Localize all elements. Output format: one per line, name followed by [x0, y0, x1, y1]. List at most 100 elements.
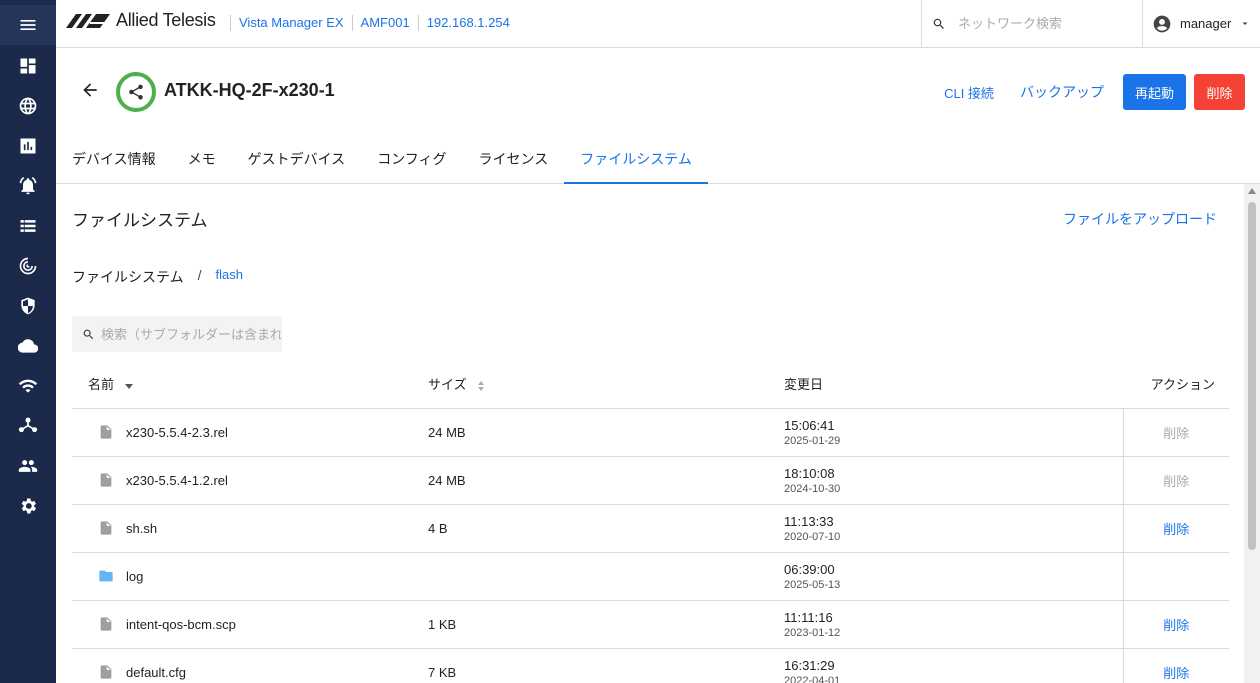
device-header: ATKK-HQ-2F-x230-1 CLI 接続 バックアップ 再起動 削除 デ… [56, 48, 1260, 184]
file-icon [100, 521, 112, 535]
alarm-icon[interactable] [0, 166, 56, 206]
sidebar [0, 0, 56, 683]
table-row[interactable]: sh.sh 4 B 11:13:33 2020-07-10 削除 [72, 504, 1229, 553]
file-name: intent-qos-bcm.scp [126, 616, 236, 632]
scroll-up-icon[interactable] [1248, 188, 1256, 194]
top-bar: Allied Telesis Vista Manager EX AMF001 1… [56, 0, 1260, 48]
list-icon[interactable] [0, 206, 56, 246]
table-row[interactable]: x230-5.5.4-1.2.rel 24 MB 18:10:08 2024-10-3… [72, 456, 1229, 505]
cloud-icon[interactable] [0, 326, 56, 366]
file-name-cell: x230-5.5.4-2.3.rel [72, 408, 428, 457]
file-search [72, 316, 282, 352]
file-modified: 06:39:00 2025-05-13 [784, 552, 1123, 601]
crumb-area[interactable]: AMF001 [351, 15, 418, 31]
dashboard-icon[interactable] [0, 46, 56, 86]
filesystem-panel: ファイルシステム ファイルをアップロード ファイルシステム / flash 名前… [56, 184, 1244, 683]
file-action: 削除 [1122, 504, 1229, 553]
delete-file-button[interactable]: 削除 [1163, 618, 1189, 633]
col-size[interactable]: サイズ [428, 360, 784, 409]
file-name[interactable]: log [126, 569, 143, 584]
file-table: 名前 サイズ 変更日 アクション x230-5.5.4-2.3.rel 24 MB… [72, 360, 1229, 683]
modified-date: 2022-04-01 [784, 674, 841, 683]
arrow-back-icon [83, 83, 97, 97]
wifi-icon[interactable] [0, 366, 56, 406]
chart-icon[interactable] [0, 126, 56, 166]
file-size: 24 MB [428, 408, 784, 457]
file-modified: 16:31:29 2022-04-01 [784, 648, 1123, 683]
tab-config[interactable]: コンフィグ [361, 140, 462, 184]
section-title: ファイルシステム [72, 211, 208, 230]
col-name[interactable]: 名前 [72, 360, 428, 409]
modified-date: 2025-01-29 [784, 434, 841, 447]
account-icon [1153, 15, 1171, 32]
file-size: 1 KB [428, 600, 784, 649]
path-separator: / [197, 267, 202, 283]
modified-time: 18:10:08 [784, 465, 835, 481]
globe-icon[interactable] [0, 86, 56, 126]
table-row[interactable]: default.cfg 7 KB 16:31:29 2022-04-01 削除 [72, 648, 1229, 683]
user-name: manager [1180, 16, 1232, 31]
network-search-input[interactable] [958, 16, 1128, 31]
file-size: 24 MB [428, 456, 784, 505]
file-action: 削除 [1122, 600, 1229, 649]
tab-memo[interactable]: メモ [172, 140, 232, 184]
file-name: x230-5.5.4-2.3.rel [126, 424, 228, 440]
back-button[interactable] [80, 80, 100, 100]
table-row[interactable]: log 06:39:00 2025-05-13 [72, 552, 1229, 601]
device-tabs: デバイス情報 メモ ゲストデバイス コンフィグ ライセンス ファイルシステム [56, 140, 708, 184]
col-modified: 変更日 [784, 360, 1123, 409]
sort-icon [478, 380, 485, 391]
tab-device-info[interactable]: デバイス情報 [56, 140, 172, 184]
device-name: ATKK-HQ-2F-x230-1 [164, 80, 335, 100]
path-root[interactable]: ファイルシステム [72, 267, 184, 287]
upload-file-button[interactable]: ファイルをアップロード [1063, 209, 1217, 229]
tab-guest-devices[interactable]: ゲストデバイス [232, 140, 362, 184]
shield-icon[interactable] [0, 286, 56, 326]
brand-logo[interactable]: Allied Telesis [64, 10, 216, 31]
search-icon [83, 329, 94, 339]
crumb-ip[interactable]: 192.168.1.254 [417, 15, 518, 31]
file-modified: 11:11:16 2023-01-12 [784, 600, 1123, 649]
file-action: 削除 [1122, 408, 1229, 457]
scrollbar[interactable] [1244, 184, 1260, 683]
crumb-product[interactable]: Vista Manager EX [230, 15, 352, 31]
radar-icon[interactable] [0, 246, 56, 286]
file-action: 削除 [1122, 648, 1229, 683]
file-name: sh.sh [126, 520, 158, 536]
search-icon [933, 18, 944, 29]
delete-file-button[interactable]: 削除 [1163, 522, 1189, 537]
settings-icon[interactable] [0, 486, 56, 526]
delete-file-button[interactable]: 削除 [1163, 666, 1189, 681]
users-icon[interactable] [0, 446, 56, 486]
col-action: アクション [1123, 360, 1229, 409]
delete-device-button[interactable]: 削除 [1194, 74, 1245, 110]
modified-date: 2025-05-13 [784, 578, 841, 591]
tab-license[interactable]: ライセンス [463, 140, 565, 184]
file-modified: 15:06:41 2025-01-29 [784, 408, 1123, 457]
modified-date: 2024-10-30 [784, 482, 841, 495]
file-icon [100, 425, 112, 439]
topology-icon[interactable] [0, 406, 56, 446]
tab-filesystem[interactable]: ファイルシステム [564, 140, 708, 184]
allied-telesis-logo-icon [66, 13, 110, 28]
chevron-down-icon [1242, 22, 1248, 25]
reboot-button[interactable]: 再起動 [1123, 74, 1186, 110]
scrollbar-thumb[interactable] [1248, 202, 1256, 550]
file-size [428, 552, 784, 601]
file-search-input[interactable] [101, 326, 281, 342]
table-row[interactable]: intent-qos-bcm.scp 1 KB 11:11:16 2023-01-12… [72, 600, 1229, 649]
file-name-cell: default.cfg [72, 648, 428, 683]
path-breadcrumb: ファイルシステム / flash [72, 267, 243, 287]
file-icon [100, 617, 112, 631]
backup-button[interactable]: バックアップ [1018, 74, 1106, 110]
file-icon [100, 473, 112, 487]
modified-date: 2020-07-10 [784, 530, 841, 543]
table-row[interactable]: x230-5.5.4-2.3.rel 24 MB 15:06:41 2025-01-2… [72, 408, 1229, 457]
cli-connect-button[interactable]: CLI 接続 [936, 74, 1002, 110]
sort-desc-icon [124, 383, 133, 389]
user-menu[interactable]: manager [1152, 0, 1251, 47]
brand-name: Allied Telesis [116, 10, 216, 30]
modified-date: 2023-01-12 [784, 626, 841, 639]
file-modified: 18:10:08 2024-10-30 [784, 456, 1123, 505]
menu-icon[interactable] [0, 5, 56, 45]
